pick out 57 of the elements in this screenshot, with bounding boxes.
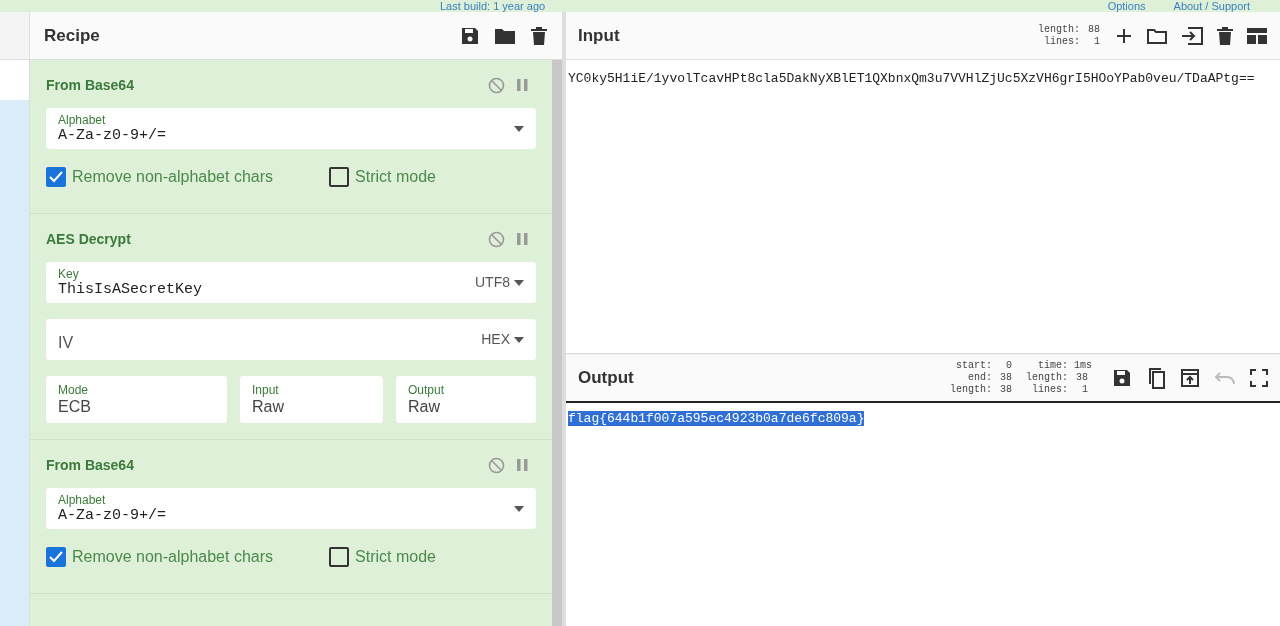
- stat-value: 38: [1075, 372, 1088, 384]
- stat-value: 38: [998, 384, 1012, 396]
- stat-label: length:: [949, 384, 992, 396]
- input-text[interactable]: YC0ky5H1iE/1yvolTcavHPt8cla5DakNyXBlET1QXbnxQm3u7VVHlZjUc5XzVH6grI5HOoYPab0veu/TDaAPtg==: [568, 71, 1255, 86]
- checkbox-label[interactable]: Remove non-alphabet chars: [72, 165, 273, 189]
- checkbox[interactable]: [46, 547, 66, 567]
- build-info-link[interactable]: Last build: 1 year ago: [440, 1, 546, 12]
- layout-icon[interactable]: [1246, 26, 1268, 45]
- operation-title: From Base64: [46, 455, 134, 475]
- checkbox-label[interactable]: Remove non-alphabet chars: [72, 545, 273, 569]
- operation-title: AES Decrypt: [46, 229, 131, 249]
- input-field[interactable]: IV HEX: [46, 319, 536, 360]
- stat-label: length:: [1038, 23, 1080, 36]
- caret-icon[interactable]: [514, 505, 524, 512]
- about-support-link[interactable]: About / Support: [1173, 1, 1250, 12]
- dropdown-field[interactable]: Output Raw: [396, 376, 536, 423]
- caret-icon[interactable]: [514, 279, 524, 286]
- output-text[interactable]: flag{644b1f007a595ec4923b0a7de6fc809a}: [568, 411, 865, 426]
- stat-value: 38: [998, 372, 1012, 384]
- recipe-title: Recipe: [44, 24, 100, 47]
- dropdown-field[interactable]: Alphabet A-Za-z0-9+/=: [46, 108, 536, 149]
- stat-value: 88: [1087, 23, 1100, 36]
- stat-label: lines:: [1044, 35, 1080, 48]
- stat-value: 1: [1093, 35, 1100, 48]
- stat-label: lines:: [1032, 384, 1068, 396]
- checkbox-label[interactable]: Strict mode: [355, 165, 436, 189]
- options-link[interactable]: Options: [1107, 1, 1146, 12]
- scrollbar[interactable]: [552, 60, 562, 626]
- save-icon[interactable]: [1112, 368, 1132, 388]
- checkbox-label[interactable]: Strict mode: [355, 545, 436, 569]
- delete-icon[interactable]: [530, 25, 548, 46]
- open-in-input-icon[interactable]: [1180, 368, 1200, 388]
- dropdown-field[interactable]: Mode ECB: [46, 376, 227, 423]
- input-field[interactable]: Key ThisIsASecretKey UTF8: [46, 262, 536, 303]
- encoding-dropdown[interactable]: UTF8: [475, 272, 510, 293]
- stat-label: time:: [1038, 360, 1068, 372]
- stat-value: 1: [1081, 384, 1088, 396]
- output-title: Output: [578, 367, 634, 390]
- checkbox[interactable]: [46, 167, 66, 187]
- checkbox[interactable]: [329, 547, 349, 567]
- input-title: Input: [578, 24, 620, 47]
- stat-label: end:: [967, 372, 992, 384]
- operation-title: From Base64: [46, 75, 134, 95]
- insert-icon[interactable]: [1180, 25, 1204, 46]
- stat-label: length:: [1026, 372, 1068, 384]
- caret-icon[interactable]: [514, 125, 524, 132]
- copy-icon[interactable]: [1146, 367, 1166, 389]
- delete-icon[interactable]: [1216, 25, 1234, 46]
- stat-value: 0: [1004, 360, 1012, 372]
- dropdown-field[interactable]: Alphabet A-Za-z0-9+/=: [46, 488, 536, 529]
- fullscreen-icon[interactable]: [1250, 369, 1268, 387]
- dropdown-field[interactable]: Input Raw: [240, 376, 383, 423]
- save-icon[interactable]: [460, 25, 480, 46]
- caret-icon[interactable]: [514, 336, 524, 343]
- stat-label: start:: [955, 360, 992, 372]
- encoding-dropdown[interactable]: HEX: [481, 329, 510, 350]
- checkbox[interactable]: [329, 167, 349, 187]
